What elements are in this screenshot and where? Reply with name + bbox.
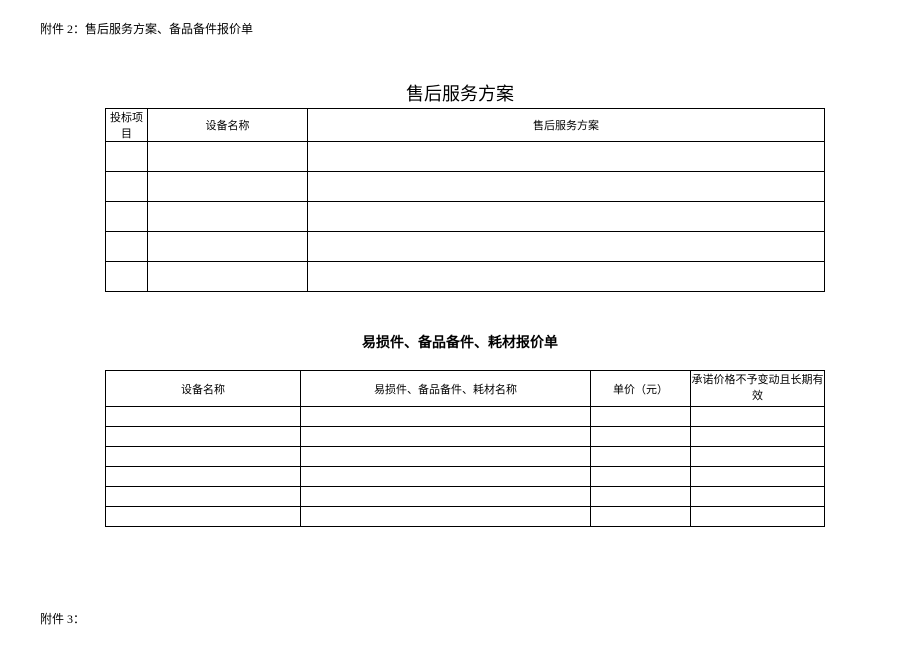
table-row	[106, 202, 825, 232]
cell	[106, 262, 148, 292]
cell	[106, 142, 148, 172]
cell	[301, 407, 591, 427]
table-row	[106, 467, 825, 487]
table-row	[106, 232, 825, 262]
cell	[591, 507, 691, 527]
cell	[148, 232, 308, 262]
cell	[308, 202, 825, 232]
cell	[106, 172, 148, 202]
cell	[591, 487, 691, 507]
cell	[301, 467, 591, 487]
th-parts-name: 易损件、备品备件、耗材名称	[301, 371, 591, 407]
cell	[308, 262, 825, 292]
cell	[148, 142, 308, 172]
cell	[148, 202, 308, 232]
table-header-row: 设备名称 易损件、备品备件、耗材名称 单价（元） 承诺价格不予变动且长期有效	[106, 371, 825, 407]
table-row	[106, 427, 825, 447]
table-row	[106, 487, 825, 507]
cell	[691, 507, 825, 527]
cell	[148, 172, 308, 202]
cell	[308, 142, 825, 172]
cell	[308, 232, 825, 262]
table-row	[106, 142, 825, 172]
table-row	[106, 262, 825, 292]
cell	[106, 507, 301, 527]
table-row	[106, 447, 825, 467]
table-row	[106, 407, 825, 427]
attachment-3-label: 附件 3：	[40, 610, 85, 627]
table-row	[106, 507, 825, 527]
th-unit-price: 单价（元）	[591, 371, 691, 407]
cell	[691, 427, 825, 447]
cell	[591, 467, 691, 487]
cell	[106, 447, 301, 467]
section1-title: 售后服务方案	[0, 80, 920, 106]
cell	[106, 407, 301, 427]
th-device-name: 设备名称	[148, 109, 308, 142]
table-row	[106, 172, 825, 202]
cell	[691, 487, 825, 507]
section2-title: 易损件、备品备件、耗材报价单	[0, 332, 920, 352]
cell	[301, 427, 591, 447]
cell	[106, 487, 301, 507]
table-header-row: 投标项目 设备名称 售后服务方案	[106, 109, 825, 142]
cell	[301, 507, 591, 527]
attachment-2-label: 附件 2：售后服务方案、备品备件报价单	[40, 20, 253, 37]
cell	[691, 407, 825, 427]
cell	[106, 202, 148, 232]
cell	[148, 262, 308, 292]
cell	[308, 172, 825, 202]
cell	[106, 232, 148, 262]
th-device-name: 设备名称	[106, 371, 301, 407]
cell	[591, 447, 691, 467]
cell	[106, 427, 301, 447]
cell	[591, 427, 691, 447]
th-service-plan: 售后服务方案	[308, 109, 825, 142]
cell	[301, 447, 591, 467]
spare-parts-quote-table-wrapper: 设备名称 易损件、备品备件、耗材名称 单价（元） 承诺价格不予变动且长期有效	[105, 370, 825, 527]
cell	[591, 407, 691, 427]
after-sales-service-table-wrapper: 投标项目 设备名称 售后服务方案	[105, 108, 825, 292]
cell	[691, 447, 825, 467]
th-price-commitment: 承诺价格不予变动且长期有效	[691, 371, 825, 407]
spare-parts-quote-table: 设备名称 易损件、备品备件、耗材名称 单价（元） 承诺价格不予变动且长期有效	[105, 370, 825, 527]
cell	[106, 467, 301, 487]
cell	[301, 487, 591, 507]
th-bid-project: 投标项目	[106, 109, 148, 142]
cell	[691, 467, 825, 487]
after-sales-service-table: 投标项目 设备名称 售后服务方案	[105, 108, 825, 292]
